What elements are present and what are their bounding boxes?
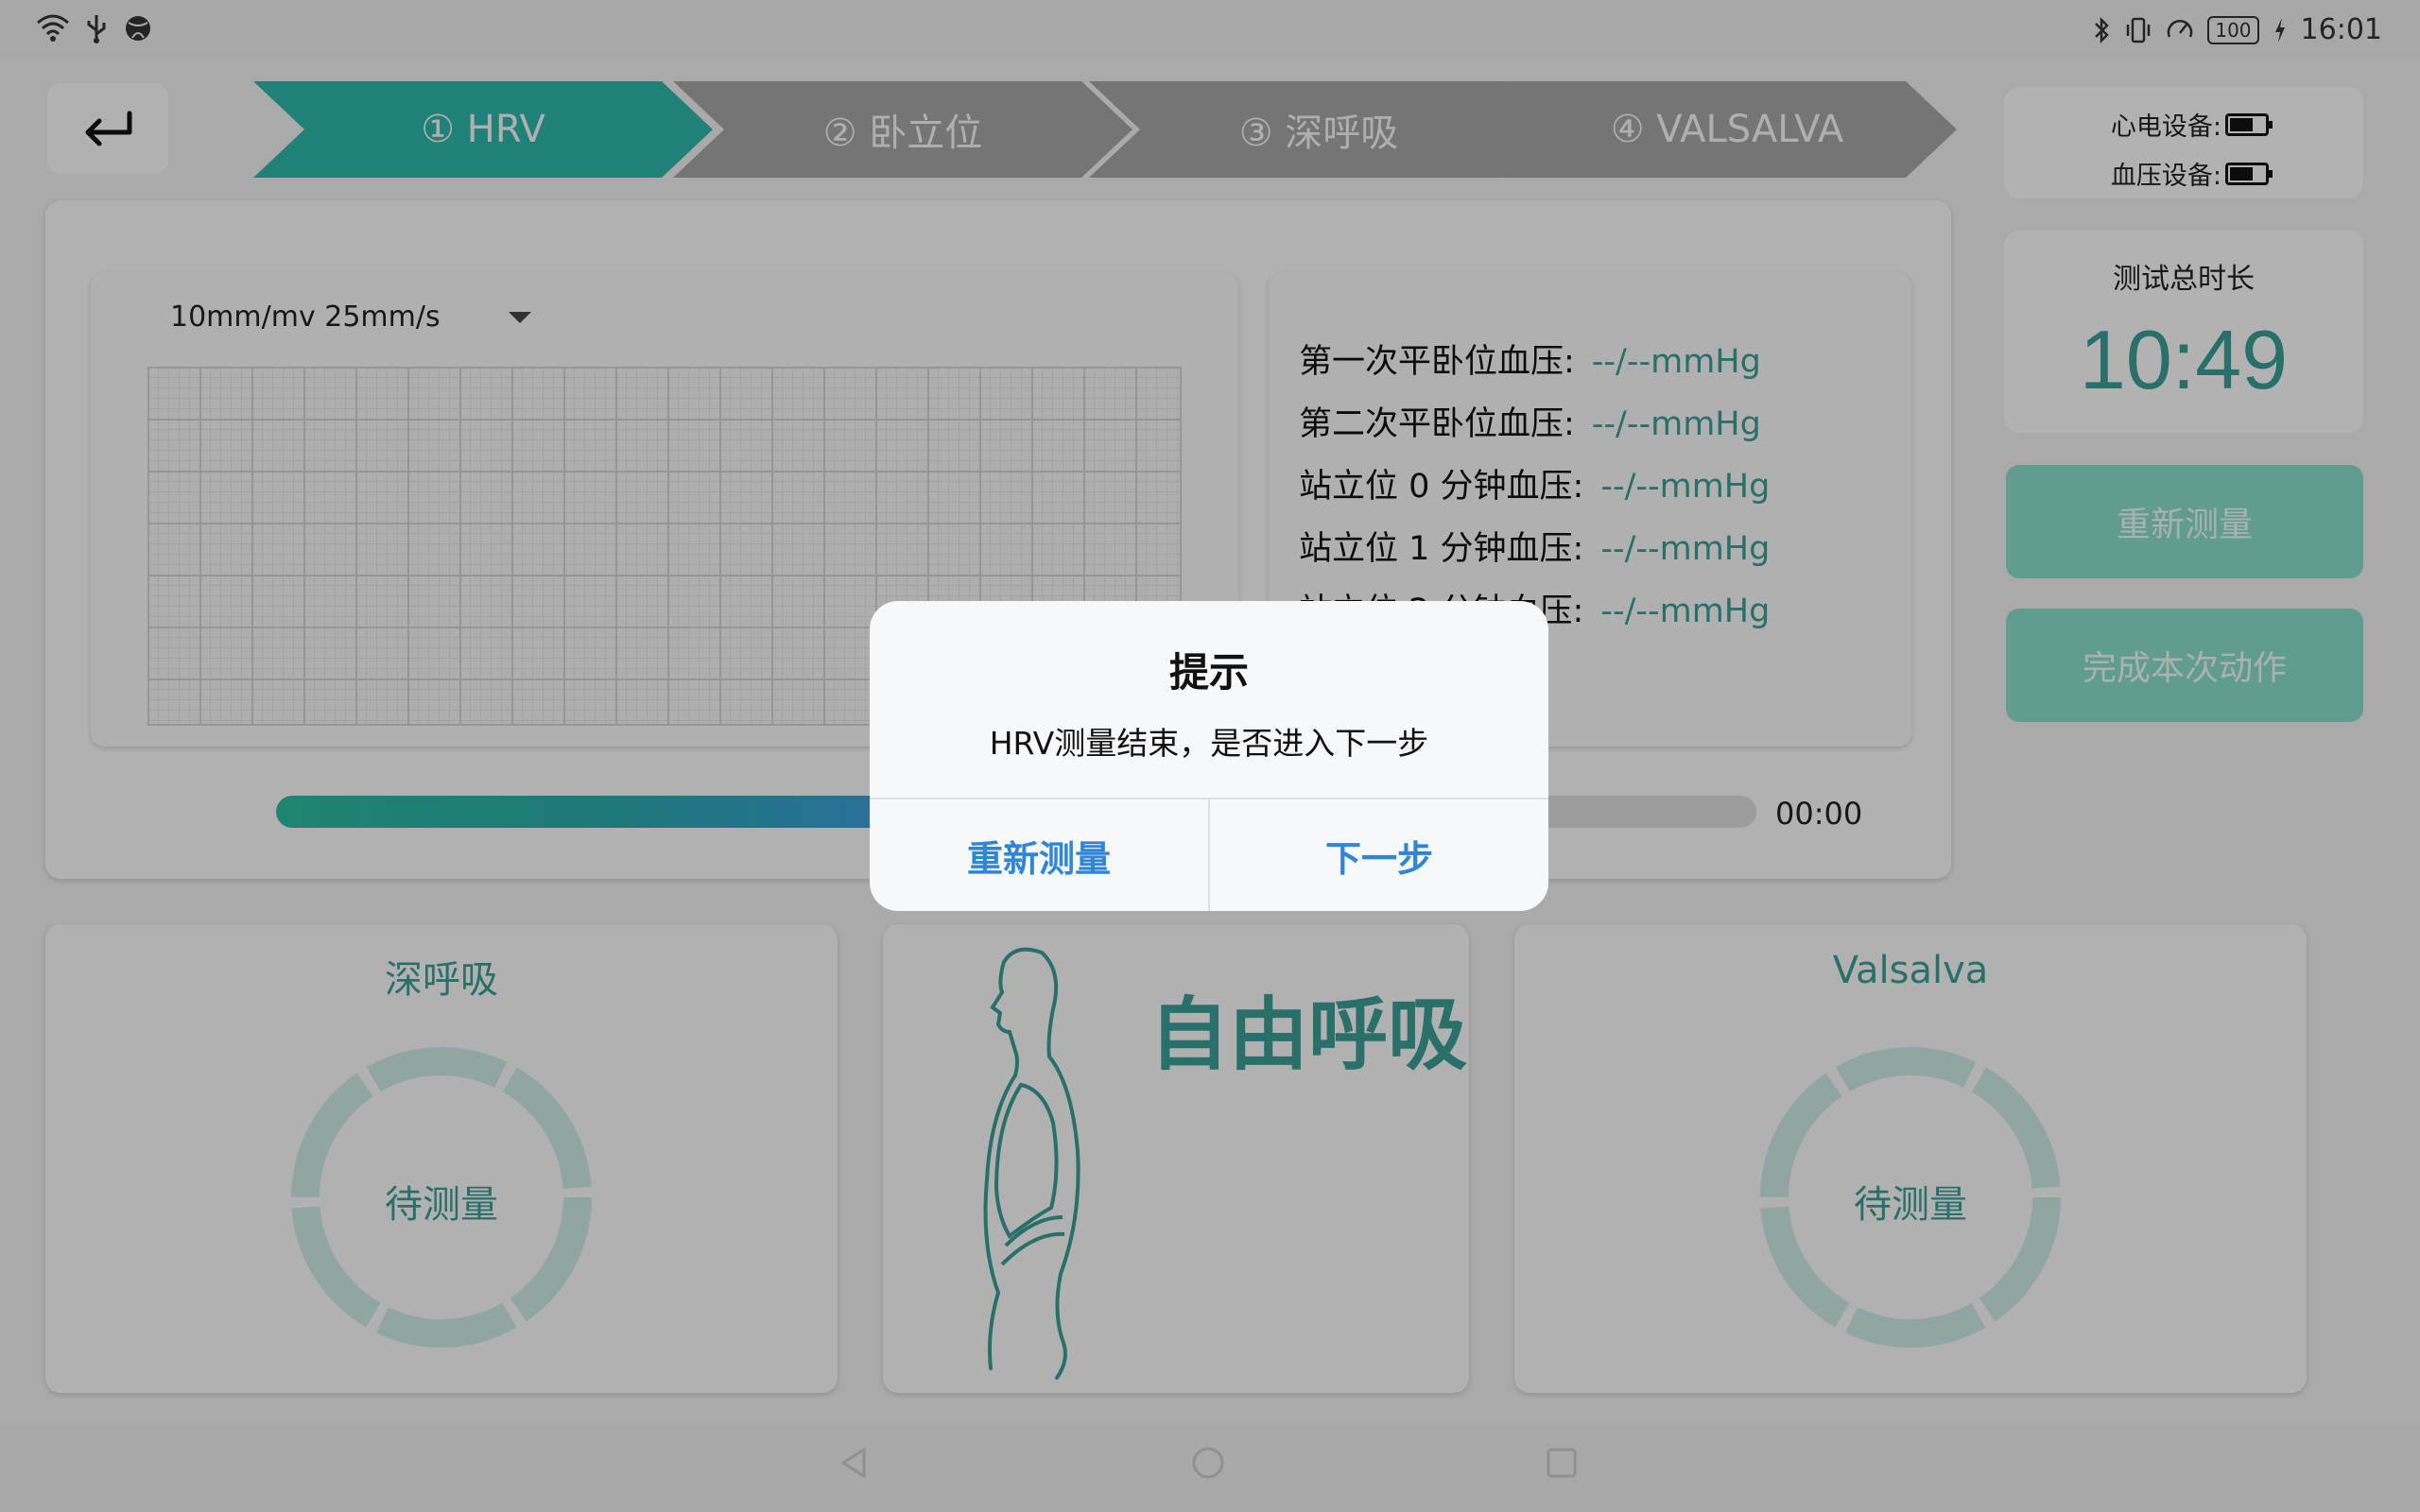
dialog-message: HRV测量结束，是否进入下一步 [989, 725, 1429, 762]
dialog-remeasure-button[interactable]: 重新测量 [870, 799, 1208, 911]
dialog-next-button[interactable]: 下一步 [1210, 799, 1548, 911]
prompt-dialog: 提示 HRV测量结束，是否进入下一步 重新测量 下一步 [870, 601, 1548, 911]
dialog-title: 提示 [1168, 649, 1249, 696]
